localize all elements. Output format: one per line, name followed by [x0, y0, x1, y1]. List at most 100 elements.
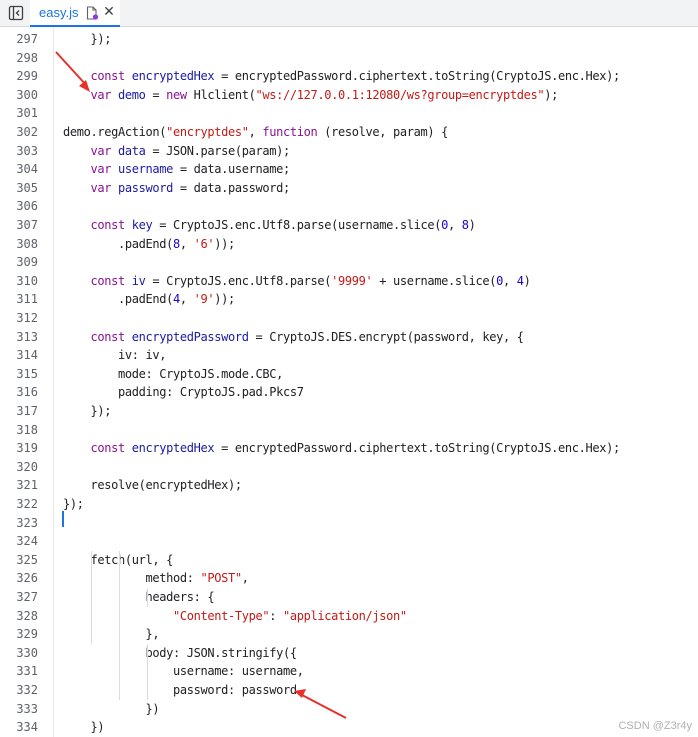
line-number: 318 — [16, 422, 38, 437]
line-number: 331 — [16, 664, 38, 679]
code-text: resolve(encryptedHex); — [63, 478, 242, 493]
line-number: 298 — [16, 50, 38, 65]
code-text: var data = JSON.parse(param); — [90, 143, 291, 158]
close-icon[interactable]: ✕ — [102, 3, 116, 21]
code-text: padding: CryptoJS.pad.Pkcs7 — [63, 385, 304, 400]
code-line[interactable]: 324 — [0, 532, 698, 551]
code-line[interactable]: 300 var demo = new Hlclient("ws://127.0.… — [0, 86, 698, 105]
code-line[interactable]: 329 }, — [0, 625, 698, 644]
code-line[interactable]: 313 const encryptedPassword = CryptoJS.D… — [0, 328, 698, 347]
code-line[interactable]: 299 const encryptedHex = encryptedPasswo… — [0, 67, 698, 86]
code-line[interactable]: 312 — [0, 309, 698, 328]
indent-guide — [147, 643, 148, 700]
line-number: 332 — [16, 683, 38, 697]
line-number: 328 — [16, 608, 38, 623]
file-modified-icon — [85, 6, 99, 20]
line-number: 310 — [16, 273, 38, 288]
tab-label: easy.js — [39, 5, 79, 20]
indent-guide — [119, 550, 120, 700]
code-line[interactable]: 319 const encryptedHex = encryptedPasswo… — [0, 439, 698, 458]
code-text: mode: CryptoJS.mode.CBC, — [63, 366, 283, 381]
code-line[interactable]: 333 }) — [0, 700, 698, 719]
line-number: 329 — [16, 627, 38, 642]
code-text: demo.regAction("encryptdes", function (r… — [63, 125, 448, 139]
code-line[interactable]: 304 var username = data.username; — [0, 160, 698, 179]
line-number: 325 — [16, 552, 38, 567]
editor-tab-bar: easy.js ✕ — [0, 0, 698, 27]
code-text: }, — [63, 627, 160, 642]
line-number: 299 — [16, 69, 38, 84]
code-text: }) — [63, 720, 105, 735]
line-number: 327 — [16, 590, 38, 604]
code-text: }); — [63, 497, 84, 511]
code-text: }); — [63, 404, 112, 418]
line-number: 333 — [16, 701, 38, 716]
indent-guide — [147, 588, 148, 607]
line-number: 314 — [16, 348, 38, 363]
code-line[interactable]: 317 }); — [0, 402, 698, 421]
code-line[interactable]: 301 — [0, 104, 698, 123]
code-text: headers: { — [63, 590, 215, 604]
code-line[interactable]: 311 .padEnd(4, '9')); — [0, 290, 698, 309]
code-text: }) — [63, 701, 160, 716]
code-editor[interactable]: 297 }); 298 299 const encryptedHex = encry… — [0, 27, 698, 737]
code-text: }); — [63, 32, 112, 46]
code-text: .padEnd(4, '9')); — [63, 292, 235, 307]
code-line[interactable]: 298 — [0, 49, 698, 68]
line-number: 326 — [16, 571, 38, 586]
code-line[interactable]: 325 fetch(url, { — [0, 551, 698, 570]
code-line[interactable]: 305 var password = data.password; — [0, 179, 698, 198]
line-number: 302 — [16, 125, 38, 139]
line-number: 319 — [16, 441, 38, 456]
indent-guide — [91, 550, 92, 644]
line-number: 305 — [16, 180, 38, 195]
line-number: 323 — [16, 515, 38, 530]
code-line[interactable]: 320 — [0, 458, 698, 477]
line-number: 316 — [16, 385, 38, 400]
code-text: const iv = CryptoJS.enc.Utf8.parse('9999… — [90, 273, 531, 288]
code-line[interactable]: 330 body: JSON.stringify({ — [0, 644, 698, 663]
line-number: 322 — [16, 497, 38, 511]
code-line[interactable]: 318 — [0, 421, 698, 440]
code-text: var demo = new Hlclient("ws://127.0.0.1:… — [90, 87, 559, 102]
code-line[interactable]: 310 const iv = CryptoJS.enc.Utf8.parse('… — [0, 272, 698, 291]
code-line[interactable]: 327 headers: { — [0, 588, 698, 607]
sidebar-toggle-icon[interactable] — [8, 5, 24, 21]
code-line[interactable]: 315 mode: CryptoJS.mode.CBC, — [0, 365, 698, 384]
code-line[interactable]: 297 }); — [0, 30, 698, 49]
code-line[interactable]: 314 iv: iv, — [0, 346, 698, 365]
line-number: 309 — [16, 255, 38, 270]
code-line[interactable]: 303 var data = JSON.parse(param); — [0, 142, 698, 161]
code-line[interactable]: 308 .padEnd(8, '6')); — [0, 235, 698, 254]
code-line[interactable]: 334 }) — [0, 718, 698, 737]
line-number: 321 — [16, 478, 38, 493]
line-number: 317 — [16, 404, 38, 418]
code-line[interactable]: 309 — [0, 253, 698, 272]
code-line[interactable]: 332 password: password — [0, 681, 698, 700]
code-text: const encryptedPassword = CryptoJS.DES.e… — [90, 329, 524, 344]
code-line[interactable]: 331 username: username, — [0, 662, 698, 681]
code-line[interactable]: 306 — [0, 197, 698, 216]
line-number: 312 — [16, 311, 38, 325]
code-text: username: username, — [63, 664, 304, 679]
code-text: iv: iv, — [63, 348, 167, 363]
code-text: var username = data.username; — [90, 162, 291, 177]
line-number: 324 — [16, 534, 38, 549]
code-line[interactable]: 323 — [0, 514, 698, 533]
watermark: CSDN @Z3r4y — [618, 720, 692, 732]
code-line[interactable]: 328 "Content-Type": "application/json" — [0, 607, 698, 626]
code-line[interactable]: 322}); — [0, 495, 698, 514]
line-number: 334 — [16, 720, 38, 735]
code-line[interactable]: 326 method: "POST", — [0, 569, 698, 588]
code-line[interactable]: 316 padding: CryptoJS.pad.Pkcs7 — [0, 383, 698, 402]
code-line[interactable]: 302 demo.regAction("encryptdes", function… — [0, 123, 698, 142]
code-text: body: JSON.stringify({ — [63, 645, 297, 660]
line-number: 330 — [16, 645, 38, 660]
code-text: const key = CryptoJS.enc.Utf8.parse(user… — [90, 218, 476, 232]
code-line[interactable]: 321 resolve(encryptedHex); — [0, 476, 698, 495]
code-line[interactable]: 307 const key = CryptoJS.enc.Utf8.parse(… — [0, 216, 698, 235]
line-number: 301 — [16, 106, 38, 121]
text-cursor — [62, 511, 64, 527]
code-text: const encryptedHex = encryptedPassword.c… — [90, 69, 621, 84]
tab-easy-js[interactable]: easy.js ✕ — [30, 0, 120, 27]
